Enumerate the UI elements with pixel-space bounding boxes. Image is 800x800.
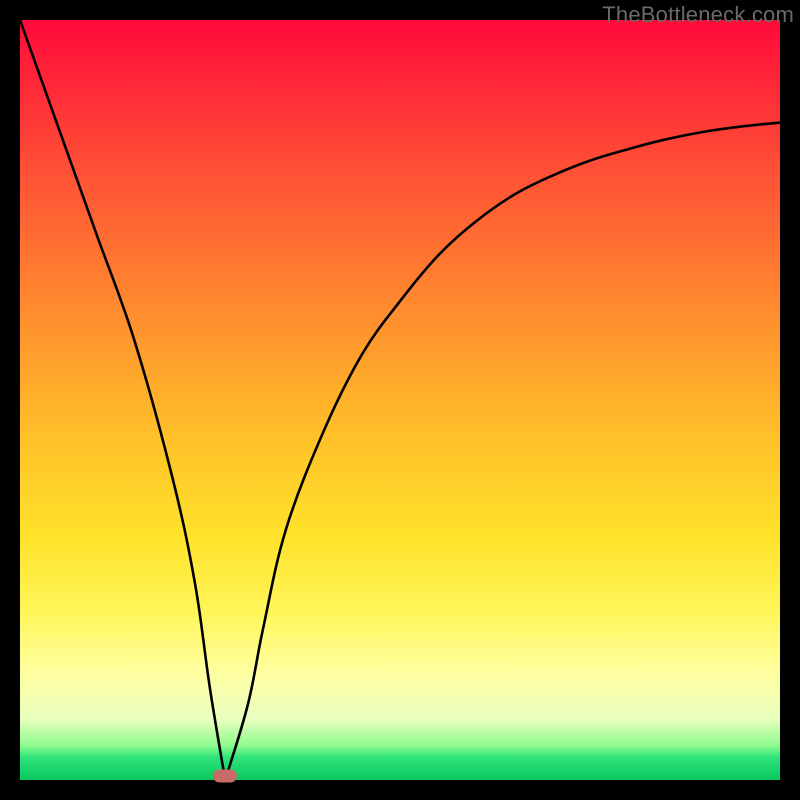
- chart-frame: [20, 20, 780, 780]
- watermark-text: TheBottleneck.com: [602, 2, 794, 28]
- optimum-marker: [213, 770, 237, 783]
- bottleneck-curve: [20, 20, 780, 780]
- curve-path: [20, 20, 780, 780]
